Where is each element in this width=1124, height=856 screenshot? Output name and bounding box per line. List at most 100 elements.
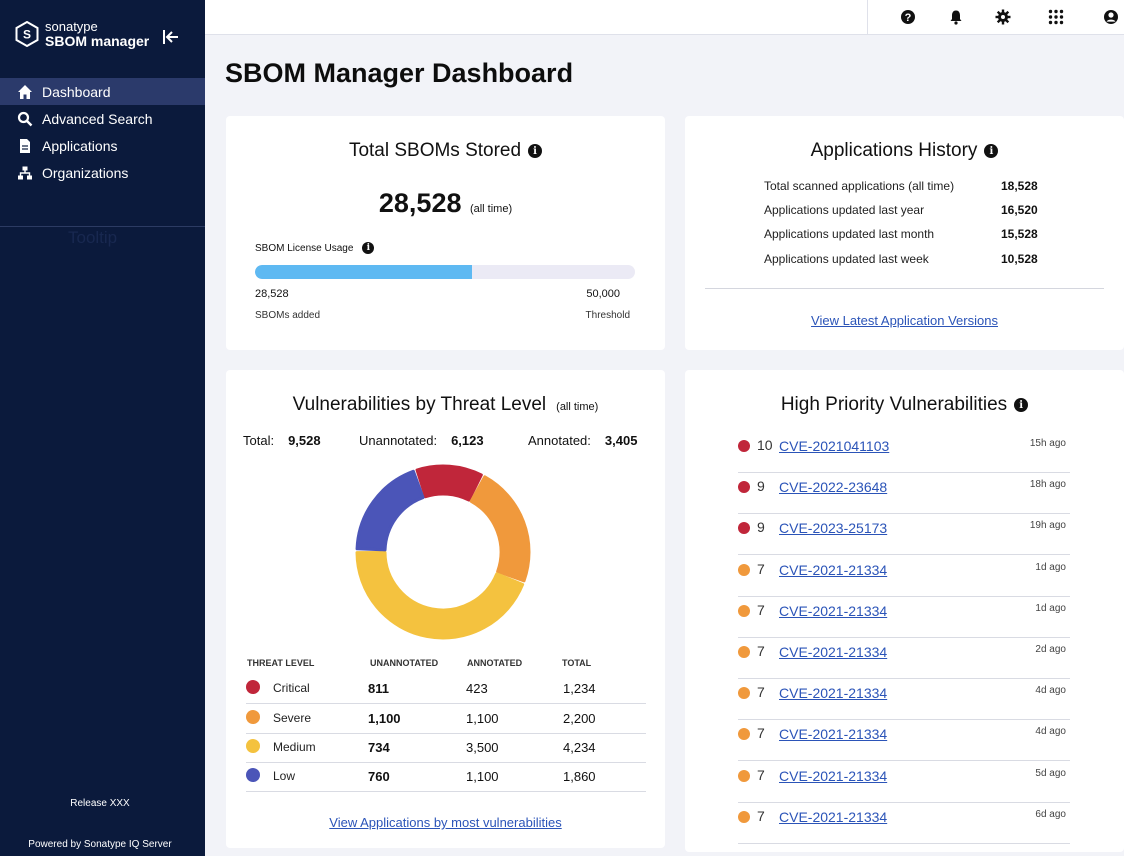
info-icon[interactable]: i	[1014, 398, 1029, 412]
history-label: Applications updated last month	[764, 227, 935, 241]
cve-link[interactable]: CVE-2021-21334	[779, 685, 887, 701]
cve-link[interactable]: CVE-2021-21334	[779, 768, 887, 784]
sboms-added-caption: SBOMs added	[255, 310, 321, 321]
sidebar-item-advanced-search[interactable]: Advanced Search	[0, 105, 205, 132]
threat-level: Critical	[273, 681, 310, 695]
cve-link[interactable]: CVE-2023-25173	[779, 520, 887, 536]
brand-logo[interactable]: S sonatype SBOM manager	[15, 20, 149, 48]
low-dot	[246, 768, 260, 782]
total-cell: 1,860	[563, 769, 596, 784]
severity-dot	[738, 811, 750, 823]
history-label: Applications updated last week	[764, 252, 929, 266]
annotated-label: Annotated:	[528, 433, 591, 448]
view-apps-by-vulns-container: View Applications by most vulnerabilitie…	[226, 814, 665, 832]
column-header: TOTAL	[562, 658, 592, 668]
applications-history-title: Applications History i	[685, 140, 1124, 162]
info-icon[interactable]: i	[528, 144, 543, 158]
annotated-summary: Annotated: 3,405	[528, 433, 637, 448]
topbar-divider	[867, 0, 868, 35]
history-value: 18,528	[1001, 179, 1038, 193]
vulnerability-row: 7 CVE-2021-21334 1d ago	[738, 597, 1070, 638]
threshold-value: 50,000	[586, 288, 620, 300]
vulnerability-row: 7 CVE-2021-21334 2d ago	[738, 638, 1070, 679]
apps-grid-icon[interactable]	[1048, 9, 1064, 25]
unannotated-value: 6,123	[451, 433, 484, 448]
view-apps-by-vulns-link[interactable]: View Applications by most vulnerabilitie…	[329, 815, 561, 830]
table-row: Critical 811 423 1,234	[246, 674, 646, 704]
cvss-score: 9	[757, 478, 765, 494]
high-priority-title: High Priority Vulnerabilities i	[685, 394, 1124, 416]
cve-link[interactable]: CVE-2021-21334	[779, 726, 887, 742]
sidebar-item-applications[interactable]: Applications	[0, 132, 205, 159]
annotated-cell: 1,100	[466, 769, 499, 784]
cve-link[interactable]: CVE-2021-21334	[779, 562, 887, 578]
sidebar-divider	[0, 226, 205, 227]
column-header: ANNOTATED	[467, 658, 523, 668]
medium-dot	[246, 739, 260, 753]
history-row: Total scanned applications (all time) 18…	[764, 179, 1084, 199]
unannotated-summary: Unannotated: 6,123	[359, 433, 484, 448]
page-title: SBOM Manager Dashboard	[225, 58, 574, 88]
severity-dot	[738, 646, 750, 658]
donut-slice-medium[interactable]	[355, 550, 525, 640]
time-ago: 1d ago	[1035, 562, 1066, 573]
history-value: 16,520	[1001, 203, 1038, 217]
history-value: 10,528	[1001, 252, 1038, 266]
unannotated-cell: 734	[368, 740, 390, 755]
time-ago: 6d ago	[1035, 809, 1066, 820]
time-ago: 5d ago	[1035, 768, 1066, 779]
sidebar-item-dashboard[interactable]: Dashboard	[0, 78, 205, 105]
view-latest-versions-link[interactable]: View Latest Application Versions	[811, 313, 998, 328]
threat-level: Low	[273, 769, 296, 783]
user-icon[interactable]	[1103, 9, 1119, 25]
vulnerability-row: 10 CVE-2021041103 15h ago	[738, 432, 1070, 473]
time-ago: 15h ago	[1029, 438, 1066, 449]
donut-slice-severe[interactable]	[469, 475, 531, 583]
cve-link[interactable]: CVE-2021-21334	[779, 644, 887, 660]
cvss-score: 7	[757, 561, 765, 577]
license-usage-bar	[255, 265, 635, 279]
info-icon[interactable]: i	[984, 144, 999, 158]
severity-dot	[738, 728, 750, 740]
applications-history-card: Applications History i Total scanned app…	[685, 116, 1124, 350]
license-usage-fill	[255, 265, 472, 279]
total-summary: Total: 9,528	[243, 433, 321, 448]
card-title-text: Total SBOMs Stored	[348, 140, 522, 161]
threshold-caption: Threshold	[585, 310, 630, 321]
vulnerabilities-card: Vulnerabilities by Threat Level (all tim…	[226, 370, 665, 848]
card-title-text: High Priority Vulnerabilities	[780, 394, 1008, 415]
severity-dot	[738, 564, 750, 576]
cve-link[interactable]: CVE-2022-23648	[779, 479, 887, 495]
vulnerability-row: 7 CVE-2021-21334 4d ago	[738, 679, 1070, 720]
total-cell: 2,200	[563, 711, 596, 726]
cvss-score: 7	[757, 643, 765, 659]
donut-slice-critical[interactable]	[415, 464, 483, 502]
total-cell: 4,234	[563, 740, 596, 755]
cve-link[interactable]: CVE-2021041103	[779, 438, 889, 454]
history-label: Applications updated last year	[764, 203, 925, 217]
time-ago: 2d ago	[1035, 644, 1066, 655]
info-icon[interactable]: i	[362, 242, 375, 254]
cve-link[interactable]: CVE-2021-21334	[779, 809, 887, 825]
license-usage-label: SBOM License Usage i	[255, 242, 375, 254]
threat-donut-chart	[355, 464, 531, 640]
unannotated-cell: 760	[368, 769, 390, 784]
time-ago: 18h ago	[1029, 479, 1066, 490]
severity-dot	[738, 770, 750, 782]
column-header: UNANNOTATED	[370, 658, 439, 668]
donut-slice-low[interactable]	[355, 469, 425, 552]
total-sboms-count: 28,528 (all time)	[226, 188, 665, 219]
history-label: Total scanned applications (all time)	[764, 179, 955, 193]
collapse-sidebar-icon[interactable]	[162, 28, 180, 46]
annotated-cell: 1,100	[466, 711, 499, 726]
cvss-score: 7	[757, 808, 765, 824]
search-icon	[17, 111, 33, 127]
cvss-score: 10	[757, 437, 773, 453]
card-title-suffix: (all time)	[556, 401, 599, 413]
time-ago: 1d ago	[1035, 603, 1066, 614]
bell-icon[interactable]	[948, 9, 964, 25]
help-icon[interactable]: ?	[900, 9, 916, 25]
gear-icon[interactable]	[995, 9, 1011, 25]
cve-link[interactable]: CVE-2021-21334	[779, 603, 887, 619]
sidebar-item-organizations[interactable]: Organizations	[0, 159, 205, 186]
